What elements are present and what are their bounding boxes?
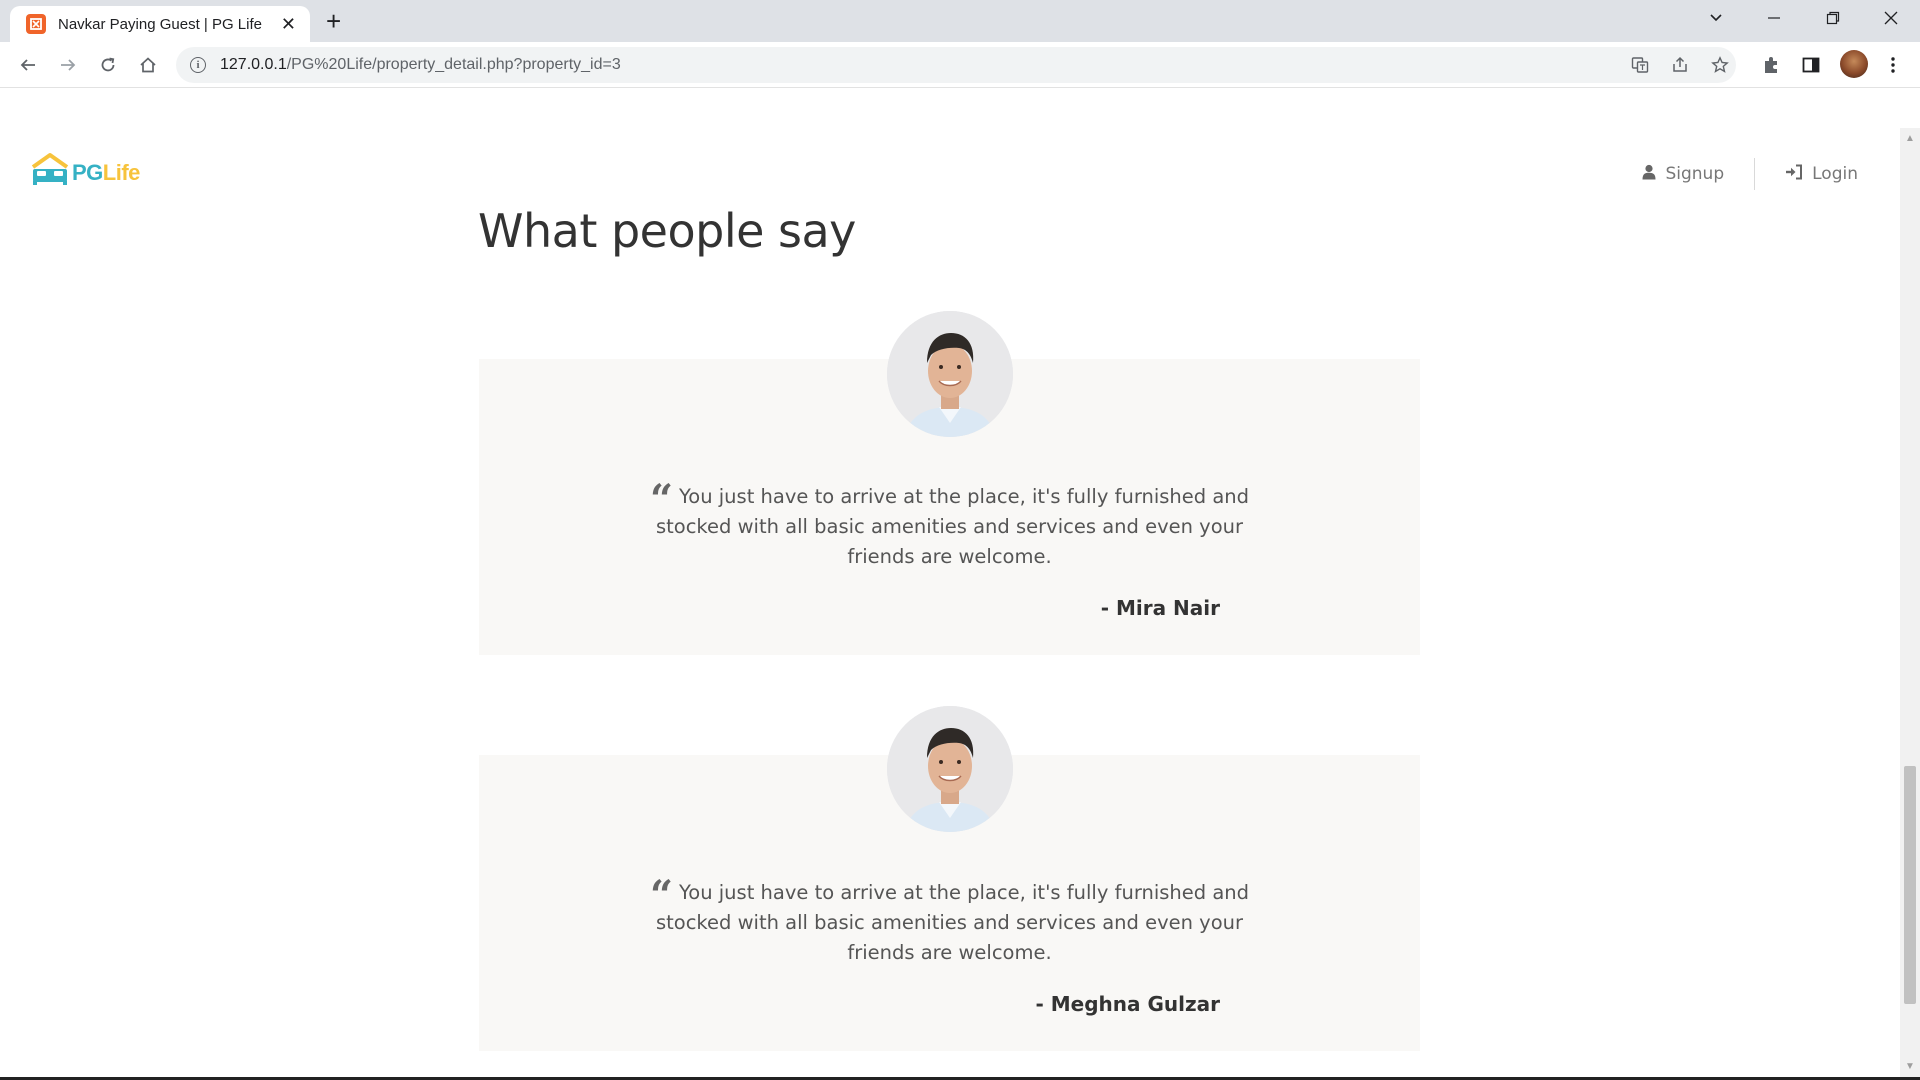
star-icon[interactable] <box>1710 56 1730 76</box>
tab-title: Navkar Paying Guest | PG Life <box>58 15 262 33</box>
logo-text: PGLife <box>72 160 140 185</box>
minimize-icon[interactable] <box>1767 6 1781 32</box>
testimonial-avatar <box>887 311 1013 437</box>
restore-icon[interactable] <box>1826 6 1840 32</box>
info-icon[interactable]: i <box>190 57 206 73</box>
tab-search-icon[interactable] <box>1708 6 1724 32</box>
user-icon <box>1642 164 1656 184</box>
back-icon[interactable] <box>14 51 42 79</box>
home-icon[interactable] <box>134 51 162 79</box>
login-icon <box>1785 164 1803 184</box>
reload-icon[interactable] <box>94 51 122 79</box>
sidepanel-icon[interactable] <box>1800 55 1822 77</box>
house-logo-icon <box>30 152 70 186</box>
header-nav: Signup Login <box>1642 158 1858 190</box>
section-title: What people say <box>478 204 856 258</box>
login-link[interactable]: Login <box>1785 164 1858 184</box>
close-window-icon[interactable] <box>1884 6 1898 32</box>
menu-icon[interactable] <box>1882 55 1904 77</box>
nav-divider <box>1754 158 1756 190</box>
signup-link[interactable]: Signup <box>1642 164 1724 184</box>
address-bar[interactable]: i 127.0.0.1/PG%20Life/property_detail.ph… <box>176 47 1736 83</box>
testimonial-author: - Meghna Gulzar <box>1035 992 1221 1016</box>
scroll-down-icon[interactable]: ▼ <box>1904 1061 1916 1073</box>
testimonial-quote: “You just have to arrive at the place, i… <box>649 872 1250 965</box>
browser-toolbar: i 127.0.0.1/PG%20Life/property_detail.ph… <box>0 42 1920 88</box>
testimonial-author: - Mira Nair <box>1100 596 1220 620</box>
close-tab-icon[interactable]: ✕ <box>281 14 296 34</box>
testimonial-quote: “You just have to arrive at the place, i… <box>649 476 1250 569</box>
scrollbar-thumb[interactable] <box>1904 766 1916 1004</box>
login-label: Login <box>1812 164 1858 184</box>
browser-tab[interactable]: Navkar Paying Guest | PG Life ✕ <box>10 6 310 42</box>
browser-tabbar: Navkar Paying Guest | PG Life ✕ + <box>0 0 1920 42</box>
site-logo[interactable]: PGLife <box>30 152 140 186</box>
profile-avatar[interactable] <box>1840 50 1868 78</box>
forward-icon[interactable] <box>54 51 82 79</box>
testimonial-avatar <box>887 706 1013 832</box>
favicon-icon <box>26 14 46 34</box>
new-tab-button[interactable]: + <box>326 8 341 34</box>
site-header: PGLife Signup Login <box>0 128 1900 206</box>
extensions-icon[interactable] <box>1760 55 1782 77</box>
scroll-up-icon[interactable]: ▲ <box>1904 133 1916 145</box>
translate-icon[interactable] <box>1630 56 1650 76</box>
share-icon[interactable] <box>1670 56 1690 76</box>
signup-label: Signup <box>1665 164 1725 184</box>
url-text: 127.0.0.1/PG%20Life/property_detail.php?… <box>220 56 621 73</box>
